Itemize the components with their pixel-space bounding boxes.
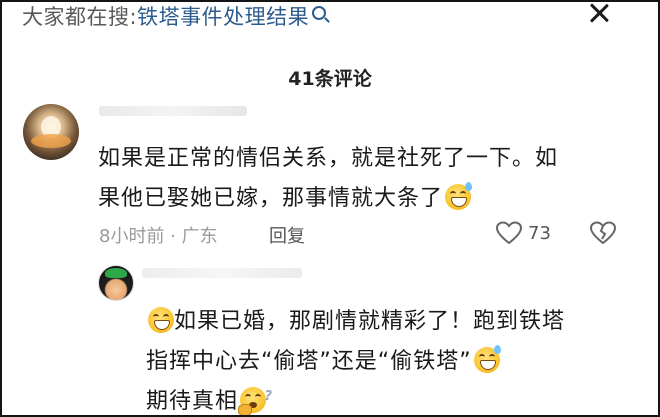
reply-text-segment: 如果已婚，那剧情就精彩了！跑到铁塔 [174,309,566,334]
search-query-link[interactable]: 铁塔事件处理结果 [137,2,309,31]
broken-heart-icon[interactable] [590,221,616,245]
comment-text-line: 果他已娶她已嫁，那事情就大条了 [98,179,618,219]
grinning-sweat-emoji [445,182,473,210]
reply-text-line: 如果已婚，那剧情就精彩了！跑到铁塔 [146,302,626,342]
reply-text-segment: 指挥中心去“偷塔”还是“偷铁塔” [146,349,472,374]
grinning-emoji [148,307,174,333]
comment-text-segment: 果他已娶她已嫁，那事情就大条了 [98,186,444,211]
reply-text-segment: 期待真相 [146,389,239,414]
heart-icon[interactable] [496,221,522,245]
reply-button[interactable]: 回复 [269,222,305,248]
reply-text-line: 指挥中心去“偷塔”还是“偷铁塔” [146,342,626,382]
comment-text: 如果是正常的情侣关系，就是社死了一下。如 果他已娶她已嫁，那事情就大条了 [98,139,618,219]
reply-username-blurred[interactable] [142,268,302,278]
comment-count-title: 41条评论 [288,68,372,90]
reply-text-line: 期待真相? [146,382,626,415]
close-icon[interactable] [585,2,613,28]
search-suggestion[interactable]: 大家都在搜: 铁塔事件处理结果 [22,2,327,31]
thinking-emoji: ? [238,387,272,415]
comment-panel: 大家都在搜: 铁塔事件处理结果 41条评论 如果是正常的情侣关系，就是社死了一下… [0,0,660,417]
reply-text: 如果已婚，那剧情就精彩了！跑到铁塔 指挥中心去“偷塔”还是“偷铁塔” 期待真相? [146,302,626,415]
comment-meta: 8小时前 · 广东 [99,226,218,247]
reply-avatar[interactable] [98,265,134,301]
like-button[interactable]: 73 [496,221,551,245]
like-count: 73 [528,222,551,244]
search-prefix: 大家都在搜: [22,5,138,29]
comment-text-line: 如果是正常的情侣关系，就是社死了一下。如 [98,146,559,171]
username-blurred[interactable] [99,106,247,116]
grinning-sweat-emoji [473,345,501,373]
avatar[interactable] [23,104,79,160]
search-icon[interactable] [312,6,327,20]
